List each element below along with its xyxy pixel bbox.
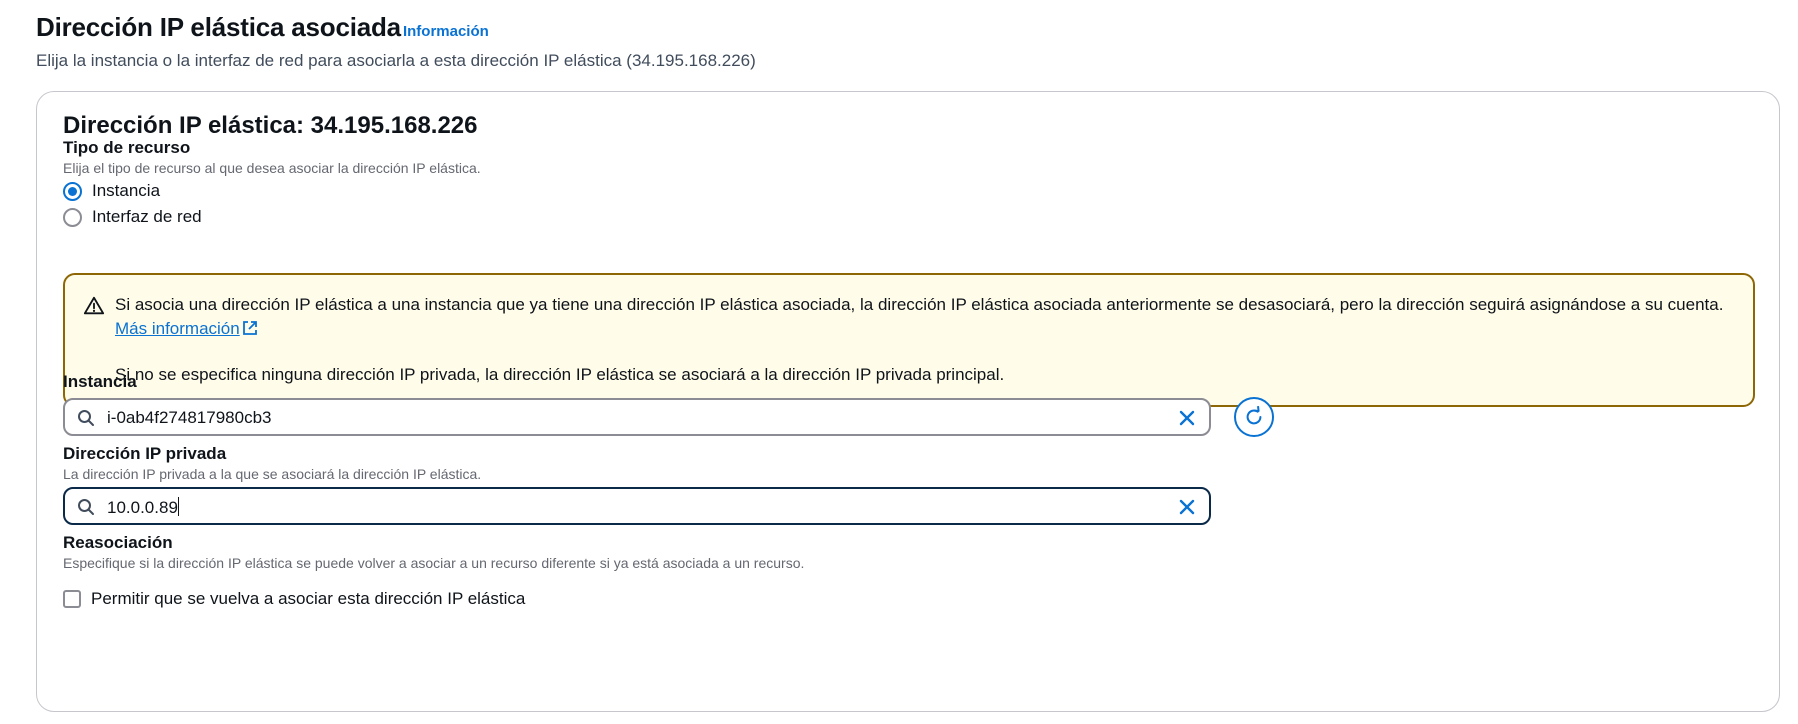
clear-icon[interactable] (1177, 497, 1197, 517)
associate-eip-page: Dirección IP elástica asociada Informaci… (0, 0, 1798, 724)
private-ip-value-wrap: 10.0.0.89 (107, 497, 179, 518)
text-caret (177, 497, 179, 516)
allow-reassociation-label: Permitir que se vuelva a asociar esta di… (91, 589, 526, 608)
page-header: Dirección IP elástica asociada Informaci… (36, 12, 756, 71)
private-ip-label: Dirección IP privada (63, 444, 227, 463)
resource-type-label: Tipo de recurso (63, 138, 191, 157)
reassociation-label: Reasociación (63, 533, 173, 552)
alert-text: Si asocia una dirección IP elástica a un… (115, 295, 1724, 314)
private-ip-description: La dirección IP privada a la que se asoc… (63, 466, 482, 482)
eip-card: Dirección IP elástica: 34.195.168.226 Ti… (36, 91, 1780, 712)
allow-reassociation-checkbox[interactable] (63, 590, 81, 608)
radio-network-interface-label: Interfaz de red (92, 207, 202, 226)
instance-label: Instancia (63, 372, 137, 391)
external-link-icon (242, 321, 257, 335)
page-description: Elija la instancia o la interfaz de red … (36, 51, 756, 70)
radio-instance-button[interactable] (63, 181, 82, 201)
header-title-row: Dirección IP elástica asociada Informaci… (36, 12, 756, 43)
learn-more-link-label: Más información (115, 319, 240, 338)
info-link[interactable]: Información (403, 23, 489, 40)
alert-message: Si asocia una dirección IP elástica a un… (115, 293, 1735, 341)
private-ip-value: 10.0.0.89 (107, 498, 178, 517)
reassociation-description: Especifique si la dirección IP elástica … (63, 555, 805, 571)
page-title: Dirección IP elástica asociada (36, 12, 401, 42)
warning-icon (83, 296, 105, 315)
warning-alert: Si asocia una dirección IP elástica a un… (63, 273, 1755, 407)
search-icon (78, 410, 94, 426)
radio-network-interface[interactable]: Interfaz de red (63, 207, 202, 227)
radio-instance-label: Instancia (92, 181, 161, 200)
refresh-button[interactable] (1234, 397, 1274, 437)
search-icon (78, 499, 94, 515)
refresh-icon (1246, 406, 1262, 425)
private-ip-search-input[interactable]: 10.0.0.89 (63, 487, 1211, 525)
instance-value: i-0ab4f274817980cb3 (107, 408, 272, 427)
alert-secondary-text: Si no se especifica ninguna dirección IP… (115, 365, 1005, 384)
radio-instance[interactable]: Instancia (63, 181, 160, 201)
card-title: Dirección IP elástica: 34.195.168.226 (63, 112, 478, 139)
clear-icon[interactable] (1177, 408, 1197, 428)
instance-search-input[interactable]: i-0ab4f274817980cb3 (63, 398, 1211, 436)
radio-network-interface-button[interactable] (63, 207, 82, 227)
resource-type-description: Elija el tipo de recurso al que desea as… (63, 160, 481, 176)
allow-reassociation-option[interactable]: Permitir que se vuelva a asociar esta di… (63, 589, 525, 609)
learn-more-link[interactable]: Más información (115, 319, 258, 338)
